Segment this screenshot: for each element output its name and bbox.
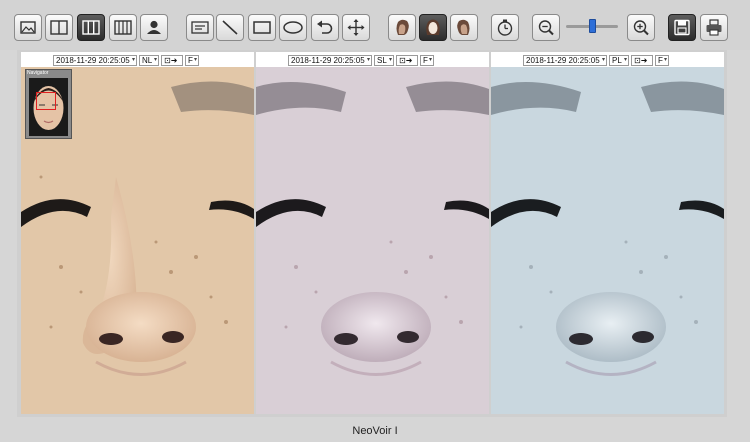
timer-icon [497, 19, 513, 36]
face-left-icon [396, 19, 409, 35]
face-left-button[interactable] [388, 14, 416, 41]
chevron-down-icon: ▾ [153, 57, 157, 63]
patient-icon [147, 20, 161, 34]
toolbar [0, 0, 750, 50]
navigator-title: Navigator [27, 70, 49, 76]
capture-date: 2018-11-29 20:25:05 [526, 56, 600, 65]
layout-three-panel-icon [82, 20, 100, 35]
view-angle: F [423, 56, 428, 65]
patient-button[interactable] [140, 14, 168, 41]
view-angle-select[interactable]: F ▾ [655, 55, 669, 66]
navigator-viewport-rect[interactable] [36, 92, 56, 110]
panel-header: 2018-11-29 20:25:05 ▾ NL ▾ ⊡➜ F ▾ [21, 52, 254, 67]
move-button[interactable] [342, 14, 370, 41]
print-icon [706, 19, 722, 36]
compare-icon: ⊡➜ [164, 56, 178, 65]
capture-date-select[interactable]: 2018-11-29 20:25:05 ▾ [53, 55, 137, 66]
layout-four-panel-button[interactable] [109, 14, 137, 41]
face-front-icon [426, 19, 440, 35]
light-mode: NL [142, 56, 153, 65]
face-front-button[interactable] [419, 14, 447, 41]
print-button[interactable] [700, 14, 728, 41]
rectangle-tool-button[interactable] [248, 14, 276, 41]
save-button[interactable] [668, 14, 696, 41]
line-tool-button[interactable] [216, 14, 244, 41]
face-right-icon [457, 19, 470, 35]
image-icon [20, 21, 36, 34]
zoom-out-icon [538, 20, 554, 36]
view-angle: F [188, 56, 193, 65]
ellipse-tool-icon [283, 21, 303, 34]
capture-date-select[interactable]: 2018-11-29 20:25:05 ▾ [523, 55, 607, 66]
image-viewer: 2018-11-29 20:25:05 ▾ NL ▾ ⊡➜ F ▾ Naviga… [17, 50, 727, 417]
chevron-down-icon: ▾ [428, 57, 432, 63]
view-angle-select[interactable]: F ▾ [420, 55, 434, 66]
zoom-slider-thumb[interactable] [589, 19, 596, 33]
text-annotation-icon [191, 21, 209, 34]
zoom-out-button[interactable] [532, 14, 560, 41]
layout-four-panel-icon [114, 20, 132, 35]
view-angle: F [658, 56, 663, 65]
light-mode-select[interactable]: SL ▾ [374, 55, 394, 66]
chevron-down-icon: ▾ [193, 57, 197, 63]
light-mode-select[interactable]: NL ▾ [139, 55, 159, 66]
capture-date: 2018-11-29 20:25:05 [291, 56, 365, 65]
compare-select[interactable]: ⊡➜ [161, 55, 183, 66]
text-annotation-button[interactable] [186, 14, 214, 41]
panel-header: 2018-11-29 20:25:05 ▾ SL ▾ ⊡➜ F ▾ [256, 52, 489, 67]
chevron-down-icon: ▾ [623, 57, 627, 63]
chevron-down-icon: ▾ [663, 57, 667, 63]
chevron-down-icon: ▾ [601, 57, 605, 63]
skin-photo[interactable] [491, 67, 724, 414]
light-mode-select[interactable]: PL ▾ [609, 55, 629, 66]
compare-select[interactable]: ⊡➜ [631, 55, 653, 66]
layout-three-panel-button[interactable] [77, 14, 105, 41]
view-angle-select[interactable]: F ▾ [185, 55, 199, 66]
chevron-down-icon: ▾ [131, 57, 135, 63]
rectangle-tool-icon [253, 21, 271, 34]
navigator[interactable]: Navigator [25, 69, 72, 139]
zoom-in-icon [633, 20, 649, 36]
chevron-down-icon: ▾ [366, 57, 370, 63]
brand-label: NeoVoir I [352, 425, 398, 437]
ellipse-tool-button[interactable] [279, 14, 307, 41]
face-right-button[interactable] [450, 14, 478, 41]
panel-header: 2018-11-29 20:25:05 ▾ PL ▾ ⊡➜ F ▾ [491, 52, 724, 67]
move-icon [347, 19, 365, 36]
image-panel-sl: 2018-11-29 20:25:05 ▾ SL ▾ ⊡➜ F ▾ [256, 52, 489, 414]
light-mode: SL [377, 56, 387, 65]
light-mode: PL [612, 56, 622, 65]
undo-icon [317, 20, 333, 34]
image-panel-nl: 2018-11-29 20:25:05 ▾ NL ▾ ⊡➜ F ▾ Naviga… [21, 52, 254, 414]
line-tool-icon [222, 20, 238, 35]
capture-date-select[interactable]: 2018-11-29 20:25:05 ▾ [288, 55, 372, 66]
undo-button[interactable] [311, 14, 339, 41]
layout-two-panel-icon [50, 20, 68, 35]
zoom-in-button[interactable] [627, 14, 655, 41]
compare-select[interactable]: ⊡➜ [396, 55, 418, 66]
skin-photo[interactable] [256, 67, 489, 414]
chevron-down-icon: ▾ [388, 57, 392, 63]
face-closeup-image [491, 67, 724, 414]
timer-button[interactable] [491, 14, 519, 41]
save-icon [674, 19, 690, 36]
image-panel-pl: 2018-11-29 20:25:05 ▾ PL ▾ ⊡➜ F ▾ [491, 52, 724, 414]
compare-icon: ⊡➜ [634, 56, 648, 65]
compare-icon: ⊡➜ [399, 56, 413, 65]
layout-two-panel-button[interactable] [45, 14, 73, 41]
image-button[interactable] [14, 14, 42, 41]
face-closeup-image [256, 67, 489, 414]
capture-date: 2018-11-29 20:25:05 [56, 56, 130, 65]
